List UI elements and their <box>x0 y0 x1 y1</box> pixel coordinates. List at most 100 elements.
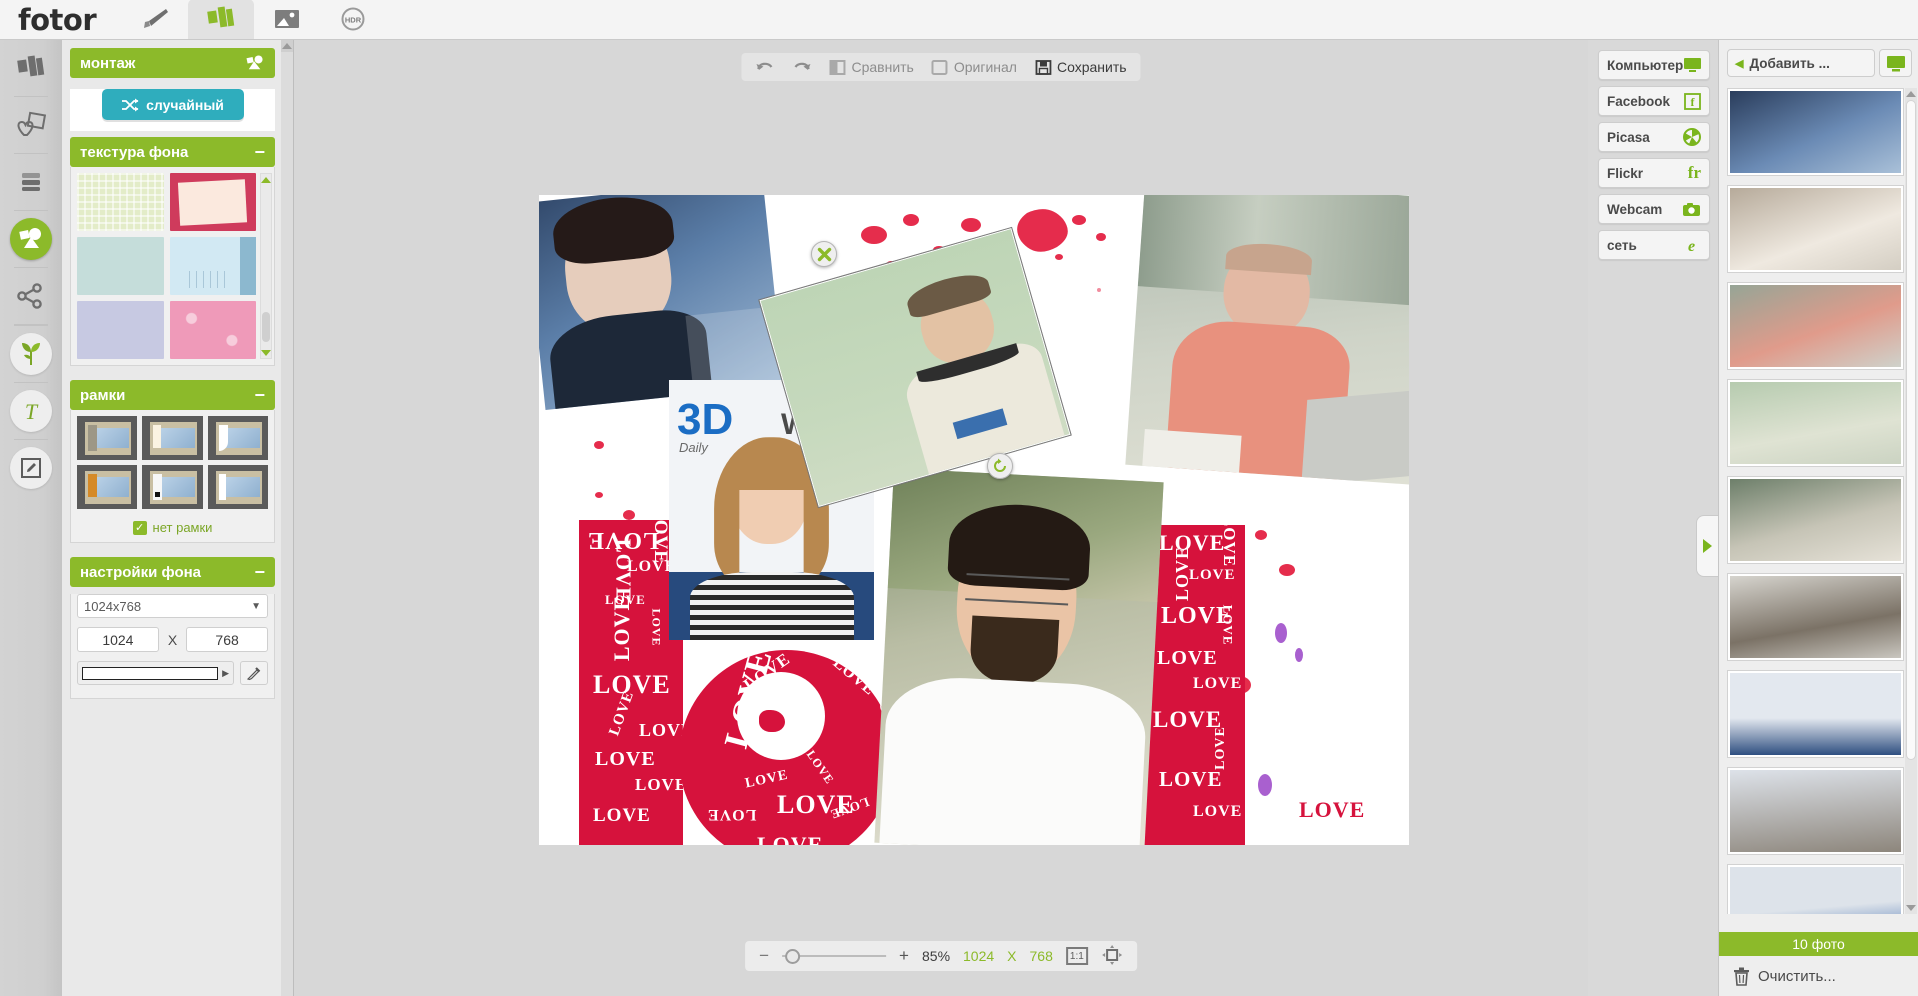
canvas-width-input[interactable]: 1024 <box>77 627 159 652</box>
sidebar-item-montage[interactable] <box>0 211 62 267</box>
sidebar-item-collage[interactable] <box>0 40 62 96</box>
frame-thumbnail-grid <box>71 410 274 515</box>
undo-button[interactable] <box>755 60 774 74</box>
collage-photo-young-man[interactable] <box>539 195 785 410</box>
love-word-loose: LOVE <box>1299 797 1366 822</box>
sidebar-item-stack[interactable] <box>0 154 62 210</box>
montage-active-indicator <box>10 218 52 260</box>
texture-swatch[interactable] <box>77 173 164 231</box>
tray-scroll-up-arrow[interactable] <box>1905 88 1917 100</box>
background-color-picker[interactable]: ▶ <box>77 661 234 685</box>
source-web[interactable]: сеть e <box>1598 230 1710 260</box>
zoom-out-button[interactable]: − <box>759 946 769 966</box>
add-from-computer-button[interactable] <box>1879 49 1912 77</box>
texture-scrollbar[interactable] <box>260 173 272 359</box>
tray-expander-button[interactable] <box>1696 515 1718 577</box>
tray-photo-item[interactable] <box>1727 476 1904 564</box>
actual-size-button[interactable]: 1:1 <box>1065 947 1088 965</box>
original-button[interactable]: Оригинал <box>931 59 1017 75</box>
rotate-photo-handle[interactable] <box>987 453 1013 479</box>
sidebar-item-shape[interactable] <box>0 97 62 153</box>
tray-photo-item[interactable] <box>1727 573 1904 661</box>
texture-swatch[interactable] <box>169 237 256 295</box>
clear-tray-button[interactable]: Очистить... <box>1719 956 1918 996</box>
frame-thumb[interactable] <box>207 416 268 460</box>
texture-scroll-down-arrow[interactable] <box>261 347 271 358</box>
tray-photo-item[interactable] <box>1727 88 1904 176</box>
source-picasa[interactable]: Picasa <box>1598 122 1710 152</box>
tray-photo-item[interactable] <box>1727 282 1904 370</box>
no-frame-checkbox[interactable]: ✓ <box>132 520 147 535</box>
tray-photo-item[interactable] <box>1727 670 1904 758</box>
frames-collapse-button[interactable]: − <box>254 386 265 404</box>
tray-photo-list[interactable] <box>1727 88 1904 914</box>
source-computer[interactable]: Компьютер <box>1598 50 1710 80</box>
tray-scroll-thumb[interactable] <box>1906 100 1916 760</box>
texture-swatch[interactable] <box>77 301 164 359</box>
left-panel-scrollbar[interactable] <box>281 40 293 996</box>
tray-photo-item[interactable] <box>1727 864 1904 914</box>
tab-collage[interactable] <box>188 0 255 39</box>
texture-swatch[interactable] <box>169 173 256 231</box>
background-settings-header[interactable]: настройки фона − <box>70 557 275 587</box>
collage-photo-man-phone[interactable] <box>1125 195 1409 485</box>
sidebar-item-text[interactable]: T <box>0 383 62 439</box>
texture-scroll-thumb[interactable] <box>262 312 270 342</box>
zoom-slider[interactable] <box>782 949 887 964</box>
montage-title: монтаж <box>80 54 136 72</box>
tab-edit[interactable] <box>122 0 188 39</box>
tray-photo-count: 10 фото <box>1719 932 1918 956</box>
tab-hdr[interactable]: HDR <box>320 0 386 39</box>
clear-tray-label: Очистить... <box>1758 967 1836 985</box>
random-button[interactable]: случайный <box>101 89 244 120</box>
frame-thumb[interactable] <box>77 416 138 460</box>
compare-button[interactable]: Сравнить <box>829 59 914 75</box>
save-button[interactable]: Сохранить <box>1035 59 1127 75</box>
texture-collapse-button[interactable]: − <box>254 143 265 161</box>
canvas-height-input[interactable]: 768 <box>186 627 268 652</box>
left-panel-scroll-up-arrow[interactable] <box>281 40 293 52</box>
sidebar-item-clipart[interactable] <box>0 326 62 382</box>
love-pattern-left: LOVE LOVE LOVE LOVE LOVE LOVE LOVE LOVE … <box>579 520 683 845</box>
frame-thumb[interactable] <box>207 465 268 509</box>
zoom-in-button[interactable]: + <box>899 946 909 966</box>
tab-photo[interactable] <box>254 0 320 39</box>
eyedropper-button[interactable] <box>240 661 268 685</box>
canvas-toolstrip: Сравнить Оригинал Сохранить <box>741 53 1141 81</box>
tray-photo-item[interactable] <box>1727 379 1904 467</box>
left-icon-rail: T <box>0 40 62 996</box>
rotate-icon <box>994 458 1006 472</box>
canvas-dimension-row: 1024 X 768 <box>71 618 274 652</box>
source-facebook[interactable]: Facebook f <box>1598 86 1710 116</box>
background-settings-collapse-button[interactable]: − <box>254 563 265 581</box>
tray-photo-item[interactable] <box>1727 767 1904 855</box>
canvas-size-select[interactable]: 1024x768 ▼ <box>77 594 268 618</box>
source-flickr[interactable]: Flickr fr <box>1598 158 1710 188</box>
collage-photo-bearded-man[interactable] <box>874 468 1164 845</box>
texture-swatch[interactable] <box>169 301 256 359</box>
frame-thumb[interactable] <box>77 465 138 509</box>
frame-thumb[interactable] <box>142 416 203 460</box>
texture-swatch[interactable] <box>77 237 164 295</box>
collage-canvas[interactable]: LOVE LOVE LOVE LOVE LOVE LOVE LOVE LOVE … <box>539 195 1409 845</box>
fit-screen-button[interactable] <box>1101 944 1123 969</box>
source-webcam-label: Webcam <box>1607 201 1663 217</box>
sidebar-item-share[interactable] <box>0 268 62 324</box>
texture-header[interactable]: текстура фона − <box>70 137 275 167</box>
background-color-swatch[interactable] <box>82 666 219 680</box>
delete-photo-handle[interactable] <box>811 241 837 267</box>
add-photos-button[interactable]: ◀ Добавить ... <box>1727 49 1875 77</box>
sidebar-item-draw[interactable] <box>0 440 62 496</box>
source-webcam[interactable]: Webcam <box>1598 194 1710 224</box>
zoom-slider-knob[interactable] <box>785 949 801 964</box>
frame-thumb[interactable] <box>142 465 203 509</box>
tray-photo-item[interactable] <box>1727 185 1904 273</box>
tray-scroll-down-arrow[interactable] <box>1905 902 1917 914</box>
no-frame-checkbox-row[interactable]: ✓ нет рамки <box>71 515 274 542</box>
texture-scroll-up-arrow[interactable] <box>261 174 271 185</box>
frames-header[interactable]: рамки − <box>70 380 275 410</box>
redo-button[interactable] <box>792 60 811 74</box>
no-frame-label: нет рамки <box>152 520 213 535</box>
tray-scrollbar[interactable] <box>1905 88 1917 914</box>
dimension-separator: X <box>167 631 178 648</box>
